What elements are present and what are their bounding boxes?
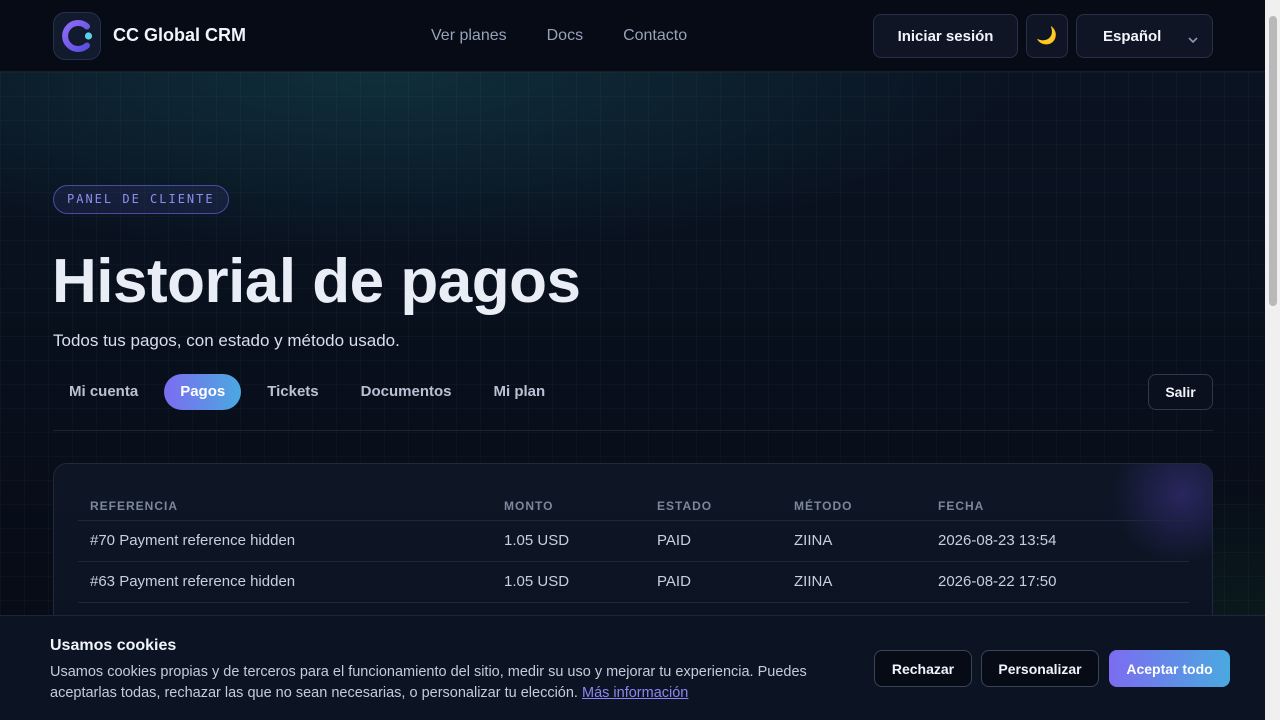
page-title: Historial de pagos xyxy=(52,247,581,316)
more-info-link[interactable]: Más información xyxy=(582,685,688,701)
cell-method: ZIINA xyxy=(782,520,926,562)
moon-icon: 🌙 xyxy=(1036,26,1058,45)
tab-my-plan[interactable]: Mi plan xyxy=(477,374,561,410)
table-row: #63 Payment reference hidden 1.05 USD PA… xyxy=(78,561,1189,603)
column-header-date: FECHA xyxy=(926,492,1189,521)
table-row: #70 Payment reference hidden 1.05 USD PA… xyxy=(78,520,1189,562)
payments-table: REFERENCIA MONTO ESTADO MÉTODO FECHA #70… xyxy=(78,492,1189,603)
cell-reference: #63 Payment reference hidden xyxy=(78,561,492,603)
reject-cookies-button[interactable]: Rechazar xyxy=(874,650,972,687)
cell-reference: #70 Payment reference hidden xyxy=(78,520,492,562)
cookie-banner: Usamos cookies Usamos cookies propias y … xyxy=(0,615,1265,720)
tab-my-account[interactable]: Mi cuenta xyxy=(53,374,154,410)
chevron-down-icon xyxy=(1188,31,1198,48)
cell-status: PAID xyxy=(645,520,782,562)
language-select[interactable]: Español xyxy=(1076,14,1213,58)
language-select-value: Español xyxy=(1103,28,1162,45)
site-header: CC Global CRM Ver planes Docs Contacto I… xyxy=(0,0,1265,72)
cell-amount: 1.05 USD xyxy=(492,520,645,562)
column-header-reference: REFERENCIA xyxy=(78,492,492,521)
page-scrollbar[interactable] xyxy=(1265,0,1280,720)
cell-method: ZIINA xyxy=(782,561,926,603)
theme-toggle-button[interactable]: 🌙 xyxy=(1026,14,1068,58)
tab-tickets[interactable]: Tickets xyxy=(251,374,334,410)
section-badge: PANEL DE CLIENTE xyxy=(53,185,229,214)
cell-date: 2026-08-22 17:50 xyxy=(926,561,1189,603)
customize-cookies-button[interactable]: Personalizar xyxy=(981,650,1099,687)
cell-amount: 1.05 USD xyxy=(492,561,645,603)
column-header-method: MÉTODO xyxy=(782,492,926,521)
column-header-amount: MONTO xyxy=(492,492,645,521)
logo-icon[interactable] xyxy=(53,12,101,60)
brand-name[interactable]: CC Global CRM xyxy=(113,25,246,46)
tab-documents[interactable]: Documentos xyxy=(345,374,468,410)
accept-all-cookies-button[interactable]: Aceptar todo xyxy=(1109,650,1230,687)
nav-link-docs[interactable]: Docs xyxy=(547,27,583,45)
cell-date: 2026-08-23 13:54 xyxy=(926,520,1189,562)
column-header-status: ESTADO xyxy=(645,492,782,521)
scrollbar-thumb[interactable] xyxy=(1269,16,1277,306)
main-nav: Ver planes Docs Contacto xyxy=(431,27,687,45)
nav-link-contact[interactable]: Contacto xyxy=(623,27,687,45)
logout-button[interactable]: Salir xyxy=(1148,374,1213,410)
page-subtitle: Todos tus pagos, con estado y método usa… xyxy=(53,331,400,350)
nav-link-plans[interactable]: Ver planes xyxy=(431,27,507,45)
cookie-description: Usamos cookies propias y de terceros par… xyxy=(50,664,807,701)
cookie-text: Usamos cookies propias y de terceros par… xyxy=(50,662,850,704)
tab-payments[interactable]: Pagos xyxy=(164,374,242,410)
account-tabs: Mi cuenta Pagos Tickets Documentos Mi pl… xyxy=(53,374,561,410)
divider xyxy=(53,430,1213,431)
cell-status: PAID xyxy=(645,561,782,603)
table-header-row: REFERENCIA MONTO ESTADO MÉTODO FECHA xyxy=(78,492,1189,521)
login-button[interactable]: Iniciar sesión xyxy=(873,14,1018,58)
cookie-title: Usamos cookies xyxy=(50,637,177,654)
